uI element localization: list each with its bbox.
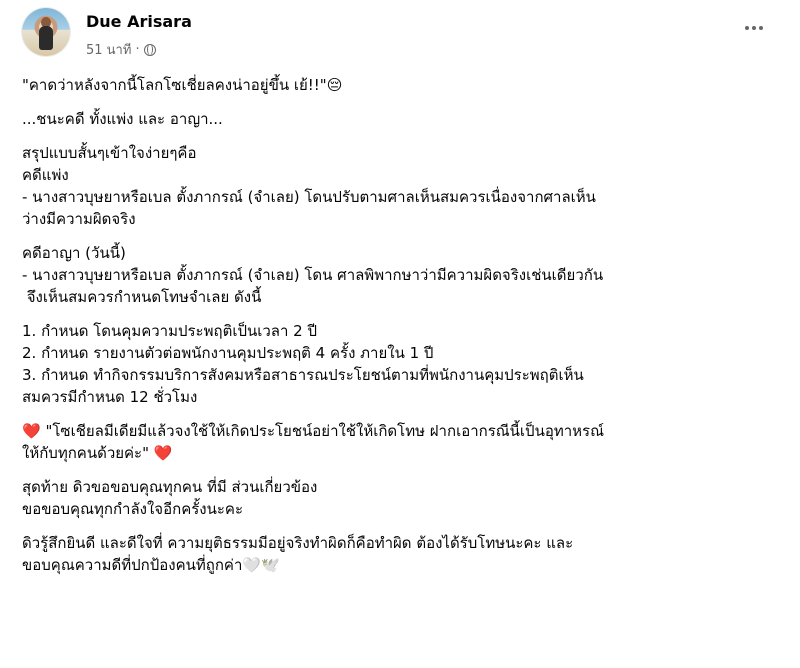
post-paragraph: ...ชนะคดี ทั้งแพ่ง และ อาญา... <box>22 108 780 130</box>
post-line: คดีแพ่ง <box>22 166 69 184</box>
post-paragraph: "คาดว่าหลังจากนี้โลกโซเชี่ยลคงน่าอยู่ขึ้… <box>22 74 780 96</box>
post-paragraph: 1. กำหนด โดนคุมความประพฤติเป็นเวลา￼ 2 ปี… <box>22 320 780 408</box>
post-line: - นางสาวบุษยาหรือเบล ตั้งภากรณ์ (จำเลย) … <box>22 266 604 284</box>
post-line: ขอขอบคุณ￼￼ทุกกำลังใจอีกครั้งนะคะ <box>22 500 244 518</box>
post-line: ขอบคุณความดีที่ปกป้องคนที่￼ถูกค่า🤍🕊️ <box>22 556 280 574</box>
post-time[interactable]: 51 นาที <box>86 39 131 60</box>
post-meta: 51 นาที · <box>86 39 156 60</box>
meta-separator: · <box>135 42 140 57</box>
post-line: สุดท้าย ดิวขอขอบคุณทุกคน ที่มี ส่วนเกี่ย… <box>22 478 318 496</box>
post-paragraph: คดีอาญา (วันนี้) - นางสาวบุษยาหรือเบล ตั… <box>22 242 780 308</box>
post-paragraph: ❤️ "โซเชียลมีเดียมีแล้วจงใช้ให้เกิดประโย… <box>22 420 780 464</box>
post-line: สรุปแบบสั้นๆเข้าใจง่ายๆคือ <box>22 144 197 162</box>
dot-icon <box>759 26 763 30</box>
dot-icon <box>745 26 749 30</box>
post-line: 2.￼￼ กำหนด รายงานตัวต่อพนักงานคุมประพฤติ… <box>22 344 434 362</box>
more-options-button[interactable] <box>740 18 768 38</box>
post-line: สมควรมีกำหนด 12 ชั่วโมง <box>22 388 198 406</box>
post-header: Due Arisara 51 นาที · <box>18 8 782 60</box>
post-line: ว่างมีความผิดจริง <box>22 210 136 228</box>
author-avatar[interactable] <box>22 8 70 56</box>
post-line: คดีอาญา (วันนี้) <box>22 244 126 262</box>
facebook-post: Due Arisara 51 นาที · "คาดว่าหลังจากนี้โ… <box>0 0 800 668</box>
globe-icon <box>143 43 156 56</box>
post-line: - นางสาวบุษยาหรือเบล ตั้งภากรณ์ (จำเลย) … <box>22 188 596 206</box>
post-line: 3. กำหนด ทำกิจกรรมบริการสังคมหรือสาธารณป… <box>22 366 584 384</box>
post-line: ￼ จึงเห็นสมควรกำหนดโทษจำเลย ดังนี้ <box>22 288 262 306</box>
author-name[interactable]: Due Arisara <box>86 12 192 31</box>
post-line: 1. กำหนด โดนคุมความประพฤติเป็นเวลา￼ 2 ปี <box>22 322 317 340</box>
post-paragraph: ดิวรู้สึกยินดี และดีใจที่ ความยุติธรรมมี… <box>22 532 780 576</box>
post-line: ❤️ "โซเชียลมีเดียมีแล้วจงใช้ให้เกิดประโย… <box>22 422 605 440</box>
post-paragraph: สรุปแบบสั้นๆเข้าใจง่ายๆคือ คดีแพ่ง - นาง… <box>22 142 780 230</box>
post-line: ดิวรู้สึกยินดี และดีใจที่ ความยุติธรรมมี… <box>22 534 574 552</box>
post-line: "คาดว่าหลังจากนี้โลกโซเชี่ยลคงน่าอยู่ขึ้… <box>22 76 343 94</box>
post-line: ...ชนะคดี ทั้งแพ่ง และ อาญา... <box>22 110 223 128</box>
avatar-figure <box>39 26 53 50</box>
post-paragraph: สุดท้าย ดิวขอขอบคุณทุกคน ที่มี ส่วนเกี่ย… <box>22 476 780 520</box>
post-line: ให้กับทุกคนด้วยค่ะ￼" ❤️ <box>22 444 173 462</box>
post-text: "คาดว่าหลังจากนี้โลกโซเชี่ยลคงน่าอยู่ขึ้… <box>22 74 780 588</box>
dot-icon <box>752 26 756 30</box>
